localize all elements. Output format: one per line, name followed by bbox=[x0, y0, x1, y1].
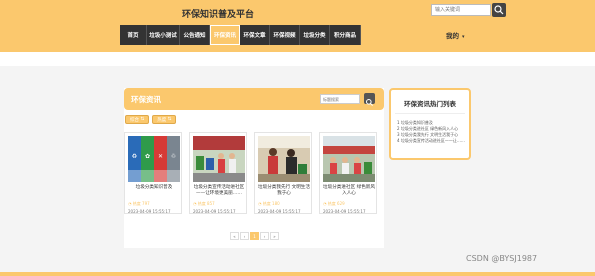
search-icon bbox=[366, 99, 373, 106]
pager-first-button[interactable]: « bbox=[230, 232, 239, 240]
news-card-date: 2023-04-09 15:55:17 bbox=[193, 209, 236, 214]
news-card-image bbox=[258, 136, 310, 182]
filter-label: 综合 bbox=[130, 117, 139, 123]
site-title: 环保知识普及平台 bbox=[182, 10, 255, 20]
news-card-list: ♻ ✿ ✕ ♲ 垃圾分类知识普及 ◔ 热度 797 2023-04-09 15:… bbox=[124, 132, 377, 214]
news-panel: 环保资讯 综合 ⇅ 热度 ⇅ ♻ ✿ ✕ bbox=[124, 88, 384, 248]
sub-header bbox=[0, 52, 595, 66]
news-panel-header: 环保资讯 bbox=[124, 88, 384, 110]
user-menu-label: 我的 bbox=[446, 32, 459, 40]
main-nav: 首页 垃圾小测试 公告通知 环保资讯 环保文章 环保视频 垃圾分类 积分商品 bbox=[120, 25, 361, 45]
news-panel-title: 环保资讯 bbox=[131, 95, 161, 104]
watermark: CSDN @BYSJ1987 bbox=[466, 254, 538, 263]
news-card[interactable]: 垃圾分类宣传活动进社区——让环境更美丽…… ◔ 热度 857 2023-04-0… bbox=[189, 132, 247, 214]
news-card-views: ◔ 热度 629 bbox=[323, 201, 345, 206]
nav-label: 积分商品 bbox=[333, 33, 356, 39]
sort-icon: ⇅ bbox=[140, 117, 145, 122]
nav-label: 垃圾分类 bbox=[303, 33, 326, 39]
title-search-input[interactable] bbox=[320, 94, 360, 104]
news-card-image bbox=[193, 136, 245, 182]
news-card-views: ◔ 热度 797 bbox=[128, 201, 150, 206]
pager-next-button[interactable]: › bbox=[260, 232, 269, 240]
nav-item-garbage-quiz[interactable]: 垃圾小测试 bbox=[147, 25, 180, 45]
nav-item-garbage-sorting[interactable]: 垃圾分类 bbox=[300, 25, 330, 45]
news-card-views: ◔ 热度 180 bbox=[258, 201, 280, 206]
nav-label: 首页 bbox=[127, 33, 139, 39]
nav-label: 环保文章 bbox=[243, 33, 266, 39]
news-card-views: ◔ 热度 857 bbox=[193, 201, 215, 206]
pager-last-button[interactable]: » bbox=[270, 232, 279, 240]
news-card-title: 垃圾分类宣传活动进社区——让环境更美丽…… bbox=[193, 185, 245, 196]
nav-item-eco-articles[interactable]: 环保文章 bbox=[240, 25, 270, 45]
news-card[interactable]: 垃圾分类我先行 文明生活我于心 ◔ 热度 180 2023-04-09 15:5… bbox=[254, 132, 312, 214]
pager-page-1[interactable]: 1 bbox=[250, 232, 259, 240]
sort-icon: ⇅ bbox=[167, 117, 172, 122]
news-card[interactable]: 垃圾分类进社区 绿色新风入人心 ◔ 热度 629 2023-04-09 15:5… bbox=[319, 132, 377, 214]
news-card-title: 垃圾分类我先行 文明生活我于心 bbox=[258, 185, 310, 196]
hot-list-item[interactable]: 4 垃圾分类宣传活动进社区——让…… bbox=[397, 138, 465, 144]
search-input[interactable] bbox=[431, 4, 491, 16]
svg-text:✿: ✿ bbox=[145, 153, 150, 160]
pager-prev-button[interactable]: ‹ bbox=[240, 232, 249, 240]
news-card-date: 2023-04-09 15:55:17 bbox=[128, 209, 171, 214]
filter-comprehensive-button[interactable]: 综合 ⇅ bbox=[125, 115, 150, 124]
filter-bar: 综合 ⇅ 热度 ⇅ bbox=[125, 115, 177, 124]
footer-bar bbox=[0, 272, 595, 276]
news-card-date: 2023-04-09 15:55:17 bbox=[258, 209, 301, 214]
filter-popularity-button[interactable]: 热度 ⇅ bbox=[152, 115, 177, 124]
hot-list-panel: 环保资讯热门列表 1 垃圾分类知识普及 2 垃圾分类进社区 绿色新风入人心 3 … bbox=[389, 88, 471, 160]
news-card[interactable]: ♻ ✿ ✕ ♲ 垃圾分类知识普及 ◔ 热度 797 2023-04-09 15:… bbox=[124, 132, 182, 214]
user-menu[interactable]: 我的 ▾ bbox=[446, 30, 465, 40]
nav-label: 环保视频 bbox=[273, 33, 296, 39]
filter-label: 热度 bbox=[157, 117, 167, 123]
nav-item-eco-videos[interactable]: 环保视频 bbox=[270, 25, 300, 45]
nav-label: 公告通知 bbox=[183, 33, 206, 39]
divider bbox=[395, 113, 465, 114]
svg-text:♻: ♻ bbox=[132, 153, 137, 160]
pagination: « ‹ 1 › » bbox=[230, 232, 279, 240]
nav-label: 环保资讯 bbox=[213, 33, 236, 39]
news-card-title: 垃圾分类进社区 绿色新风入人心 bbox=[323, 185, 375, 196]
nav-item-points-goods[interactable]: 积分商品 bbox=[330, 25, 361, 45]
nav-label: 垃圾小测试 bbox=[149, 33, 177, 39]
news-card-image: ♻ ✿ ✕ ♲ bbox=[128, 136, 180, 182]
search-icon bbox=[494, 5, 504, 15]
hot-list-title: 环保资讯热门列表 bbox=[404, 100, 456, 108]
svg-text:♲: ♲ bbox=[171, 153, 176, 160]
hot-list: 1 垃圾分类知识普及 2 垃圾分类进社区 绿色新风入人心 3 垃圾分类我先行 文… bbox=[397, 120, 465, 144]
news-card-date: 2023-04-09 15:55:17 bbox=[323, 209, 366, 214]
news-card-image bbox=[323, 136, 375, 182]
search-button[interactable] bbox=[492, 3, 506, 17]
svg-text:✕: ✕ bbox=[158, 153, 163, 160]
nav-item-notice[interactable]: 公告通知 bbox=[180, 25, 210, 45]
nav-item-home[interactable]: 首页 bbox=[120, 25, 147, 45]
news-card-title: 垃圾分类知识普及 bbox=[135, 185, 173, 190]
nav-item-eco-news[interactable]: 环保资讯 bbox=[210, 25, 240, 45]
caret-down-icon: ▾ bbox=[462, 34, 465, 40]
header: 环保知识普及平台 首页 垃圾小测试 公告通知 环保资讯 环保文章 环保视频 垃圾… bbox=[0, 0, 595, 52]
title-search-button[interactable] bbox=[364, 93, 375, 106]
